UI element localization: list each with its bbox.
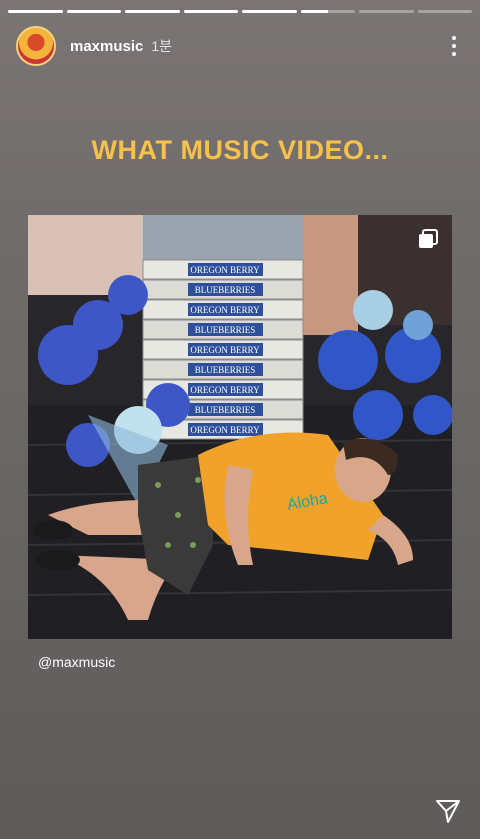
story-progress-bar	[8, 10, 472, 13]
box-label: OREGON BERRY	[190, 345, 260, 355]
mention-sticker[interactable]: @maxmusic	[38, 654, 115, 670]
more-vertical-icon[interactable]	[444, 32, 464, 60]
progress-segment	[359, 10, 414, 13]
shared-post-image[interactable]: OREGON BERRY BLUEBERRIES OREGON BERRY BLUEB…	[28, 215, 452, 639]
username[interactable]: maxmusic	[70, 38, 143, 55]
box-label: OREGON BERRY	[190, 425, 260, 435]
box-label: BLUEBERRIES	[195, 285, 256, 295]
progress-segment	[417, 10, 472, 13]
progress-segment	[125, 10, 180, 13]
timestamp: 1분	[151, 38, 173, 54]
box-label: BLUEBERRIES	[195, 365, 256, 375]
progress-segment	[66, 10, 121, 13]
box-label: BLUEBERRIES	[195, 405, 256, 415]
story-headline: WHAT MUSIC VIDEO...	[91, 135, 389, 165]
progress-segment	[242, 10, 297, 13]
box-label: OREGON BERRY	[190, 305, 260, 315]
box-label: OREGON BERRY	[190, 385, 260, 395]
box-label: BLUEBERRIES	[195, 325, 256, 335]
box-label: OREGON BERRY	[190, 265, 260, 275]
multiple-photos-icon	[419, 229, 438, 248]
progress-segment	[300, 10, 355, 13]
progress-segment	[8, 10, 63, 13]
send-icon[interactable]	[434, 797, 462, 825]
story-header: maxmusic 1분	[16, 24, 464, 68]
avatar[interactable]	[16, 26, 56, 66]
progress-segment	[183, 10, 238, 13]
